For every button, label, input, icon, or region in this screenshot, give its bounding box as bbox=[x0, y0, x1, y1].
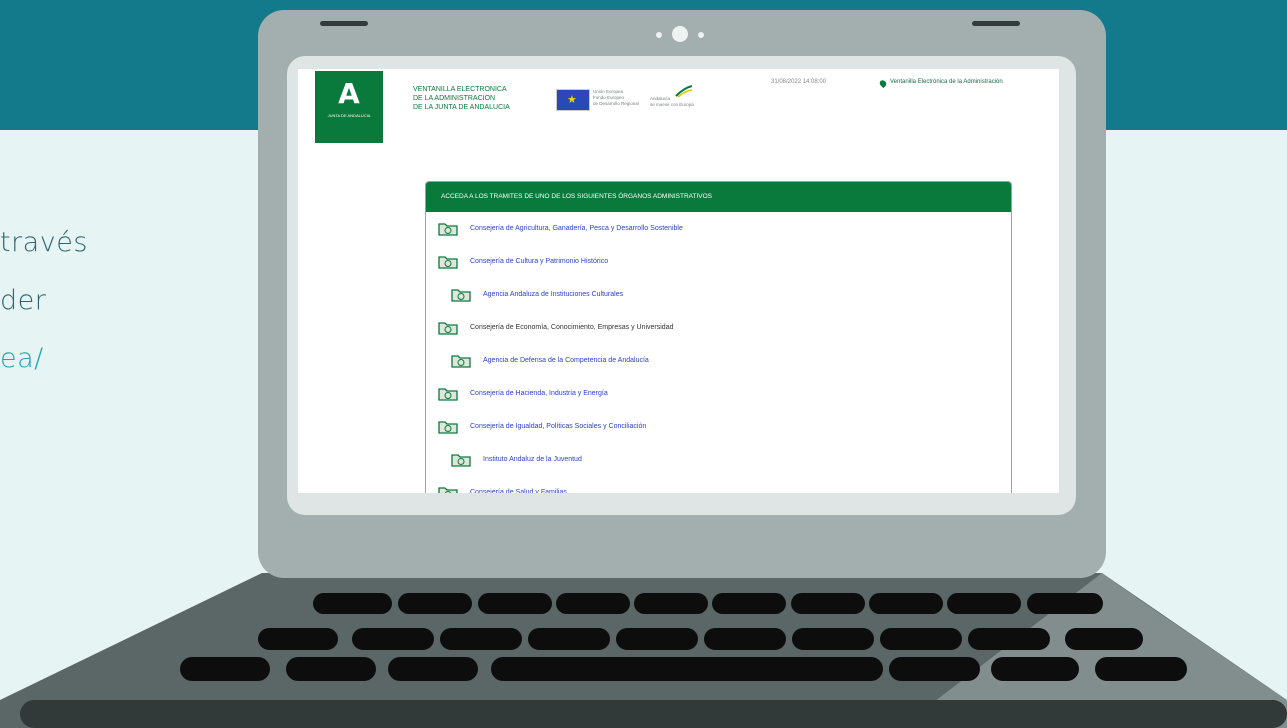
site-title: VENTANILLA ELECTRONICA DE LA ADMINISTRAC… bbox=[413, 85, 510, 112]
organism-item[interactable]: Agencia Andaluza de Instituciones Cultur… bbox=[451, 284, 623, 304]
folder-icon bbox=[438, 486, 458, 493]
organism-label[interactable]: Consejería de Agricultura, Ganadería, Pe… bbox=[470, 225, 683, 232]
organism-item[interactable]: Consejería de Igualdad, Políticas Social… bbox=[438, 416, 646, 436]
organism-item[interactable]: Instituto Andaluz de la Juventud bbox=[451, 449, 582, 469]
organisms-panel: ACCEDA A LOS TRAMITES DE UNO DE LOS SIGU… bbox=[425, 181, 1012, 493]
organism-item[interactable]: Consejería de Salud y Familias bbox=[438, 482, 567, 493]
andalucia-text-line-2: se mueve con Europa bbox=[650, 102, 694, 107]
folder-icon bbox=[438, 255, 458, 269]
keyboard-key bbox=[398, 593, 472, 614]
folder-icon bbox=[451, 288, 471, 302]
folder-icon bbox=[438, 420, 458, 434]
keyboard-key bbox=[869, 593, 943, 614]
keyboard-keys bbox=[180, 593, 1187, 681]
eu-text-line-3: de Desarrollo Regional bbox=[593, 101, 639, 106]
keyboard-key bbox=[180, 657, 270, 681]
organism-item[interactable]: Agencia de Defensa de la Competencia de … bbox=[451, 350, 649, 370]
organism-label[interactable]: Consejería de Salud y Familias bbox=[470, 489, 567, 494]
organism-label[interactable]: Consejería de Igualdad, Políticas Social… bbox=[470, 423, 646, 430]
location-pin-icon bbox=[878, 78, 888, 89]
site-title-line-2: DE LA ADMINISTRACION bbox=[413, 95, 496, 102]
header-ventanilla-link[interactable]: Ventanilla Electrónica de la Administrac… bbox=[890, 79, 1003, 85]
eu-fund-text: Unión Europea Fondo Europeo de Desarroll… bbox=[593, 89, 639, 107]
organism-label[interactable]: Agencia de Defensa de la Competencia de … bbox=[483, 357, 649, 364]
folder-icon bbox=[451, 453, 471, 467]
andalucia-swoosh-icon bbox=[675, 85, 693, 98]
keyboard-key bbox=[991, 657, 1079, 681]
header-datetime: 31/08/2022 14:08:00 bbox=[771, 79, 827, 85]
logo-letter: A bbox=[338, 77, 360, 110]
organism-label[interactable]: Instituto Andaluz de la Juventud bbox=[483, 456, 582, 463]
keyboard-key bbox=[1095, 657, 1187, 681]
camera-dot-left bbox=[656, 32, 662, 38]
keyboard-key bbox=[352, 628, 434, 650]
organism-item[interactable]: Consejería de Agricultura, Ganadería, Pe… bbox=[438, 218, 683, 238]
camera-dot-right bbox=[698, 32, 704, 38]
keyboard-key bbox=[712, 593, 786, 614]
keyboard-key bbox=[791, 593, 865, 614]
panel-title: ACCEDA A LOS TRAMITES DE UNO DE LOS SIGU… bbox=[426, 182, 1011, 212]
keyboard-key bbox=[1027, 593, 1103, 614]
laptop-screen: A JUNTA DE ANDALUCIA VENTANILLA ELECTRON… bbox=[298, 69, 1059, 493]
keyboard-key bbox=[491, 657, 883, 681]
site-title-line-3: DE LA JUNTA DE ANDALUCIA bbox=[413, 104, 510, 111]
organism-item[interactable]: Consejería de Economía, Conocimiento, Em… bbox=[438, 317, 674, 337]
keyboard-key bbox=[704, 628, 786, 650]
organism-label[interactable]: Consejería de Hacienda, Industria y Ener… bbox=[470, 390, 608, 397]
lid-indicator-left bbox=[320, 21, 368, 26]
organism-label[interactable]: Consejería de Economía, Conocimiento, Em… bbox=[470, 324, 674, 331]
keyboard-key bbox=[286, 657, 376, 681]
folder-icon bbox=[438, 387, 458, 401]
organism-label[interactable]: Agencia Andaluza de Instituciones Cultur… bbox=[483, 291, 623, 298]
keyboard-key bbox=[313, 593, 392, 614]
keyboard-key bbox=[616, 628, 698, 650]
keyboard-key bbox=[528, 628, 610, 650]
keyboard-key bbox=[889, 657, 980, 681]
keyboard-key bbox=[388, 657, 478, 681]
keyboard-key bbox=[1065, 628, 1143, 650]
folder-icon bbox=[438, 222, 458, 236]
keyboard-key bbox=[947, 593, 1021, 614]
organism-item[interactable]: Consejería de Hacienda, Industria y Ener… bbox=[438, 383, 608, 403]
keyboard-key bbox=[556, 593, 630, 614]
organism-label[interactable]: Consejería de Cultura y Patrimonio Histó… bbox=[470, 258, 608, 265]
keyboard-key bbox=[258, 628, 338, 650]
folder-icon bbox=[451, 354, 471, 368]
folder-icon bbox=[438, 321, 458, 335]
logo-subtitle: JUNTA DE ANDALUCIA bbox=[327, 113, 371, 118]
webcam-icon bbox=[672, 26, 688, 42]
eu-flag-icon bbox=[556, 89, 590, 111]
keyboard-key bbox=[478, 593, 552, 614]
lid-indicator-right bbox=[972, 21, 1020, 26]
junta-logo[interactable]: A JUNTA DE ANDALUCIA bbox=[315, 71, 383, 143]
organism-item[interactable]: Consejería de Cultura y Patrimonio Histó… bbox=[438, 251, 608, 271]
keyboard-key bbox=[634, 593, 708, 614]
laptop-front-edge bbox=[20, 700, 1287, 728]
keyboard-key bbox=[792, 628, 874, 650]
keyboard-key bbox=[880, 628, 962, 650]
site-title-line-1: VENTANILLA ELECTRONICA bbox=[413, 86, 507, 93]
keyboard-key bbox=[968, 628, 1050, 650]
keyboard-key bbox=[440, 628, 522, 650]
